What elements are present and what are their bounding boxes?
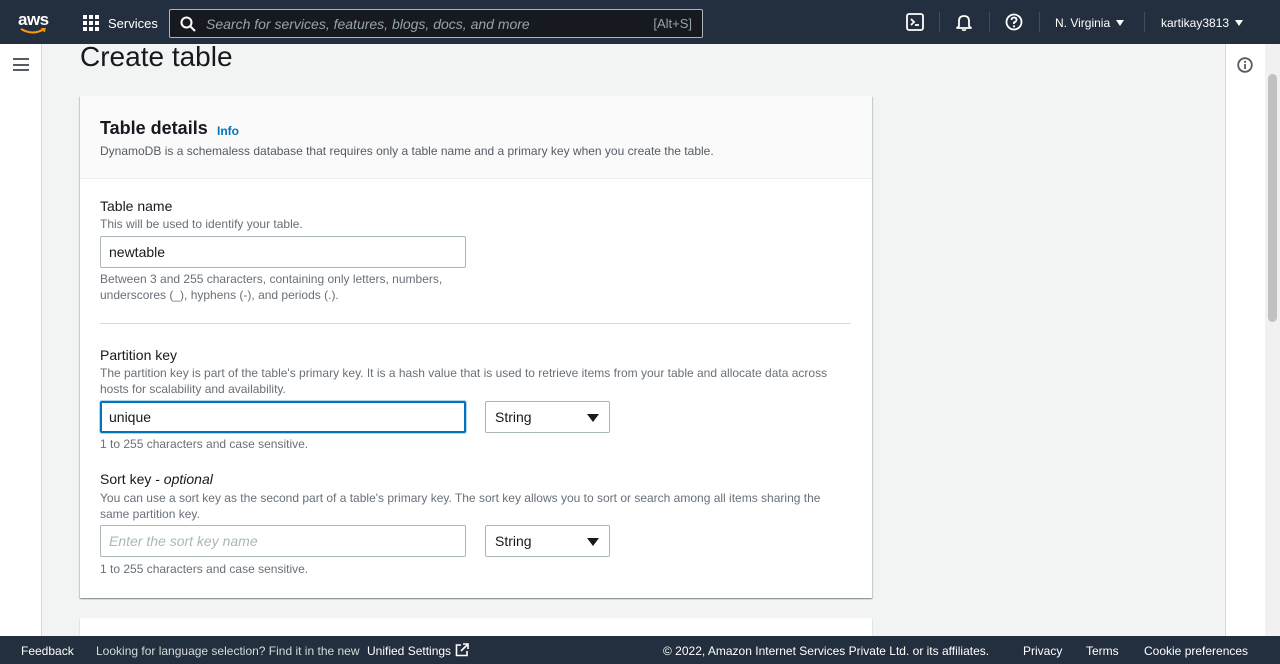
partition-key-label: Partition key xyxy=(100,347,178,363)
section-divider xyxy=(100,323,851,324)
feedback-link[interactable]: Feedback xyxy=(21,644,74,658)
grid-icon xyxy=(83,14,100,32)
copyright-text: © 2022, Amazon Internet Services Private… xyxy=(663,644,990,658)
page-title: Create table xyxy=(80,41,233,72)
sort-key-label: Sort key - optional xyxy=(100,471,213,487)
page-scrollbar[interactable] xyxy=(1265,44,1280,636)
sort-key-input[interactable] xyxy=(100,525,466,557)
info-link[interactable]: Info xyxy=(217,124,239,138)
partition-key-description-line2: hosts for scalability and availability. xyxy=(100,382,286,396)
aws-logo[interactable]: aws xyxy=(18,10,52,36)
table-details-container: Table details Info DynamoDB is a schemal… xyxy=(80,96,872,598)
region-selector[interactable]: N. Virginia xyxy=(1055,16,1125,30)
sort-key-label-text: Sort key - xyxy=(100,471,164,487)
search-bar[interactable]: [Alt+S] xyxy=(169,9,703,38)
table-details-description: DynamoDB is a schemaless database that r… xyxy=(100,144,714,158)
sort-key-type-select[interactable]: String xyxy=(485,525,610,557)
chevron-down-icon xyxy=(1116,20,1125,26)
search-icon xyxy=(180,16,196,32)
nav-divider xyxy=(989,12,990,32)
table-name-description: This will be used to identify your table… xyxy=(100,217,303,231)
partition-key-constraint: 1 to 255 characters and case sensitive. xyxy=(100,437,309,451)
right-tools-rail xyxy=(1225,44,1265,636)
left-navigation-rail xyxy=(0,44,42,636)
language-prompt: Looking for language selection? Find it … xyxy=(96,644,360,658)
search-shortcut: [Alt+S] xyxy=(653,16,692,31)
table-name-input[interactable] xyxy=(100,236,466,268)
sort-key-type-value: String xyxy=(495,533,532,549)
table-details-header: Table details Info DynamoDB is a schemal… xyxy=(80,96,872,179)
info-panel-icon[interactable] xyxy=(1237,57,1253,73)
sort-key-constraint: 1 to 255 characters and case sensitive. xyxy=(100,562,309,576)
unified-settings-link[interactable]: Unified Settings xyxy=(367,644,451,658)
table-name-constraint-line2: underscores (_), hyphens (-), and period… xyxy=(100,288,339,302)
region-label: N. Virginia xyxy=(1055,16,1111,30)
aws-smile-icon xyxy=(20,28,46,34)
services-menu-button[interactable]: Services xyxy=(83,14,158,32)
caret-down-icon xyxy=(587,538,599,546)
partition-key-input[interactable] xyxy=(100,401,466,433)
caret-down-icon xyxy=(587,414,599,422)
scrollbar-thumb[interactable] xyxy=(1268,74,1277,322)
external-link-icon[interactable] xyxy=(455,643,469,657)
notifications-bell-icon[interactable] xyxy=(955,13,973,31)
aws-logo-text: aws xyxy=(18,10,49,29)
nav-divider xyxy=(1039,12,1040,32)
top-navigation: aws Services [Alt+S] N. Virginia xyxy=(0,0,1280,44)
hamburger-menu-icon[interactable] xyxy=(13,58,29,71)
account-menu[interactable]: kartikay3813 xyxy=(1161,16,1244,30)
help-icon[interactable] xyxy=(1005,13,1023,31)
partition-key-type-select[interactable]: String xyxy=(485,401,610,433)
account-label: kartikay3813 xyxy=(1161,16,1230,30)
sort-key-description-line1: You can use a sort key as the second par… xyxy=(100,491,821,505)
privacy-link[interactable]: Privacy xyxy=(1023,644,1062,658)
partition-key-type-value: String xyxy=(495,409,532,425)
services-label: Services xyxy=(108,15,158,31)
cloudshell-icon[interactable] xyxy=(906,13,924,31)
nav-divider xyxy=(939,12,940,32)
chevron-down-icon xyxy=(1235,20,1244,26)
table-name-constraint-line1: Between 3 and 255 characters, containing… xyxy=(100,272,443,286)
console-footer: Feedback Looking for language selection?… xyxy=(0,636,1280,664)
partition-key-description-line1: The partition key is part of the table's… xyxy=(100,366,828,380)
nav-divider xyxy=(1144,12,1145,32)
terms-link[interactable]: Terms xyxy=(1086,644,1119,658)
table-details-title: Table details xyxy=(100,118,208,138)
sort-key-optional-label: optional xyxy=(163,471,213,487)
cookie-preferences-link[interactable]: Cookie preferences xyxy=(1144,644,1248,658)
search-input[interactable] xyxy=(206,15,654,32)
sort-key-description-line2: same partition key. xyxy=(100,507,200,521)
table-name-label: Table name xyxy=(100,198,173,214)
